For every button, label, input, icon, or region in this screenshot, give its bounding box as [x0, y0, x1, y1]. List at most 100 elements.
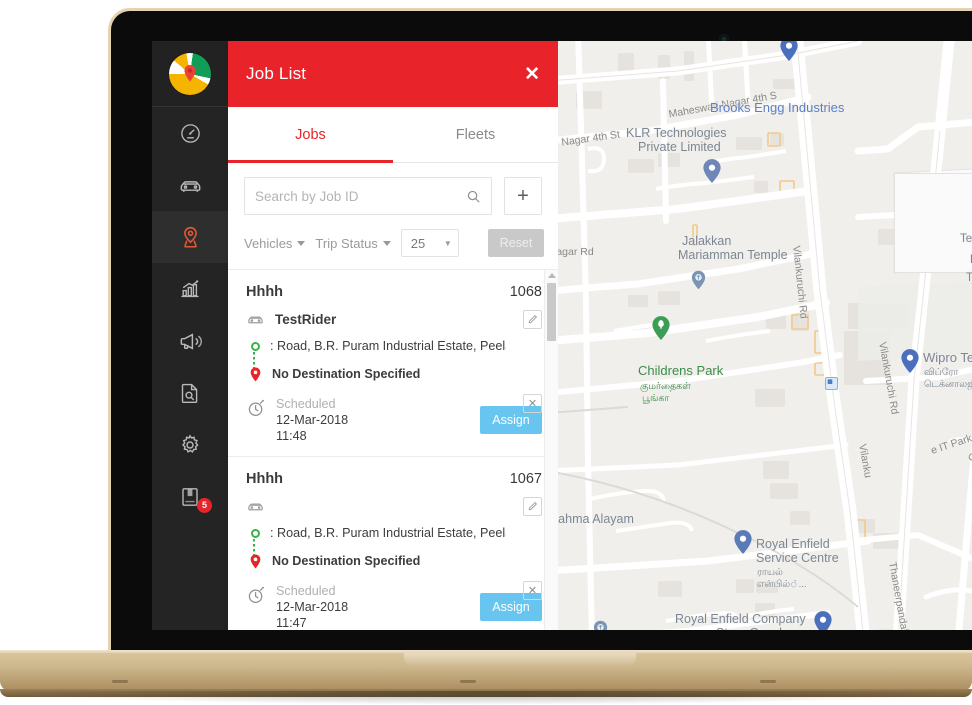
- job-card[interactable]: Hhhh 1067: Road, B.R. Puram Industrial …: [228, 457, 558, 630]
- origin-address: : Road, B.R. Puram Industrial Estate, Pe…: [270, 526, 506, 540]
- job-header: Hhhh 1067: [246, 471, 542, 487]
- park-pin-icon[interactable]: [650, 314, 672, 342]
- transit-stop-icon[interactable]: [825, 377, 838, 390]
- sidebar-item-jobs[interactable]: [152, 211, 228, 263]
- origin-dot-icon: [251, 342, 260, 351]
- laptop-foot: [112, 680, 128, 683]
- job-date: 12-Mar-2018: [276, 412, 348, 428]
- laptop-foot: [460, 680, 476, 683]
- panel-scrollbar[interactable]: [544, 270, 558, 630]
- job-time: 11:47: [276, 615, 348, 630]
- document-search-icon: [178, 381, 202, 405]
- job-name: Hhhh: [246, 471, 283, 487]
- search-input[interactable]: [255, 189, 466, 204]
- job-name: Hhhh: [246, 284, 283, 300]
- search-row: +: [228, 163, 558, 225]
- sidebar-item-documents[interactable]: [152, 367, 228, 419]
- route-origin-row: : Road, B.R. Puram Industrial Estate, Pe…: [248, 526, 542, 540]
- page-title: Job List: [246, 64, 306, 84]
- sidebar-item-settings[interactable]: [152, 419, 228, 471]
- sidebar-item-notifications[interactable]: 5: [152, 471, 228, 523]
- stopwatch-icon: [246, 585, 266, 605]
- sidebar-item-dashboard[interactable]: [152, 107, 228, 159]
- megaphone-icon: [178, 329, 203, 354]
- notification-badge: 5: [197, 498, 212, 513]
- schedule-block: Scheduled 12-Mar-2018 11:47: [276, 583, 348, 630]
- job-id: 1067: [510, 471, 542, 487]
- route-destination-row: No Destination Specified: [248, 367, 542, 382]
- bar-chart-icon: [178, 277, 202, 301]
- tab-fleets[interactable]: Fleets: [393, 107, 558, 162]
- laptop-foot: [760, 680, 776, 683]
- job-id: 1068: [510, 284, 542, 300]
- job-driver-row: [246, 496, 542, 516]
- remove-job-button[interactable]: ✕: [523, 581, 542, 600]
- sidebar-item-vehicles[interactable]: [152, 159, 228, 211]
- job-header: Hhhh 1068: [246, 284, 542, 300]
- search-icon: [466, 189, 481, 204]
- search-box[interactable]: [244, 177, 492, 215]
- pencil-icon: [527, 314, 538, 325]
- temple-pin-icon[interactable]: [592, 619, 609, 630]
- origin-address: : Road, B.R. Puram Industrial Estate, Pe…: [270, 339, 506, 353]
- page-size-select[interactable]: 25 ▼: [401, 229, 459, 257]
- tab-jobs[interactable]: Jobs: [228, 107, 393, 162]
- job-list[interactable]: Hhhh 1068 TestRider: Road, B.R. Puram I…: [228, 270, 558, 630]
- location-pin-icon: [178, 225, 203, 250]
- filter-row: Vehicles Trip Status 25 ▼ Reset: [228, 225, 558, 270]
- job-time: 11:48: [276, 428, 348, 444]
- vehicles-filter[interactable]: Vehicles: [244, 236, 305, 251]
- chevron-down-icon: [383, 241, 391, 246]
- edit-job-button[interactable]: [523, 310, 542, 329]
- route-destination-row: No Destination Specified: [248, 554, 542, 569]
- map-canvas[interactable]: i Nagar 4th St Maheswari Nagar 4th S Bro…: [558, 41, 972, 630]
- close-icon[interactable]: ✕: [524, 65, 540, 84]
- trip-status-filter-label: Trip Status: [315, 236, 377, 251]
- edit-job-button[interactable]: [523, 497, 542, 516]
- map-pin-icon[interactable]: [701, 157, 723, 185]
- panel-header: Job List ✕: [228, 41, 558, 107]
- job-driver-row: TestRider: [246, 309, 542, 329]
- map-vector-layer: [558, 41, 972, 630]
- destination-address: No Destination Specified: [272, 367, 420, 381]
- sidebar-item-alerts[interactable]: [152, 315, 228, 367]
- car-icon: [246, 497, 265, 516]
- destination-pin-icon: [249, 554, 262, 569]
- bus-glyph: [826, 378, 834, 386]
- destination-address: No Destination Specified: [272, 554, 420, 568]
- job-footer: Scheduled 12-Mar-2018 11:47 Assign: [246, 583, 542, 630]
- map-business-card: [894, 173, 972, 273]
- map-pin-icon[interactable]: [732, 528, 754, 556]
- screenshot-stage: 5 Job List ✕ Jobs Fleets Search by Job I…: [0, 0, 972, 705]
- map-pin-icon[interactable]: [899, 347, 921, 375]
- maps-pin-logo-icon: [169, 53, 211, 95]
- origin-dot-icon: [251, 529, 260, 538]
- destination-pin-icon: [249, 367, 262, 382]
- laptop-trackpad-notch: [404, 653, 636, 667]
- job-route: : Road, B.R. Puram Industrial Estate, Pe…: [246, 526, 542, 569]
- chevron-down-icon: [297, 241, 305, 246]
- driver-name: TestRider: [275, 312, 336, 327]
- trip-status-filter[interactable]: Trip Status: [315, 236, 390, 251]
- job-card[interactable]: Hhhh 1068 TestRider: Road, B.R. Puram I…: [228, 270, 558, 457]
- scrollbar-thumb[interactable]: [547, 283, 556, 341]
- map-pin-icon[interactable]: [812, 609, 834, 630]
- sidebar-item-reports[interactable]: [152, 263, 228, 315]
- speedometer-icon: [179, 122, 202, 145]
- car-icon: [246, 310, 265, 329]
- temple-pin-icon[interactable]: [690, 269, 707, 291]
- map-pin-icon[interactable]: [778, 41, 800, 63]
- vehicles-filter-label: Vehicles: [244, 236, 292, 251]
- stopwatch-icon: [246, 398, 266, 418]
- laptop-shadow: [0, 691, 972, 705]
- add-job-button[interactable]: +: [504, 177, 542, 215]
- reset-button[interactable]: Reset: [488, 229, 544, 257]
- remove-job-button[interactable]: ✕: [523, 394, 542, 413]
- job-footer: Scheduled 12-Mar-2018 11:48 Assign: [246, 396, 542, 444]
- pencil-icon: [527, 501, 538, 512]
- app-logo[interactable]: [152, 41, 228, 107]
- route-origin-row: : Road, B.R. Puram Industrial Estate, Pe…: [248, 339, 542, 353]
- chevron-down-icon: ▼: [444, 239, 452, 248]
- scroll-up-arrow-icon[interactable]: [548, 273, 556, 278]
- gear-icon: [178, 433, 202, 457]
